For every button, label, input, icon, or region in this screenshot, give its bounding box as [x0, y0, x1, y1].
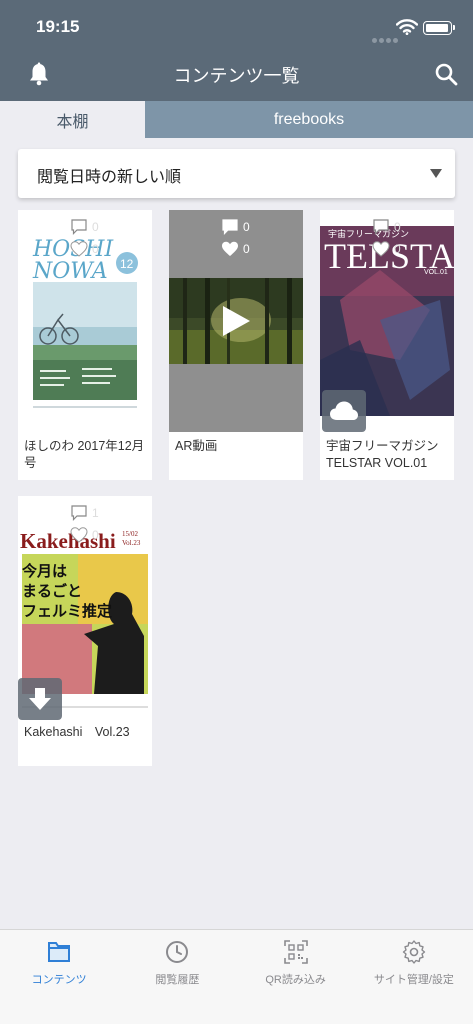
content-card[interactable]: 0 0 AR動画: [169, 210, 303, 480]
cloud-badge[interactable]: [322, 390, 366, 432]
svg-text:今月は: 今月は: [21, 562, 67, 580]
gear-icon: [402, 940, 425, 964]
heart-icon: [372, 241, 390, 257]
svg-text:フェルミ推定: フェルミ推定: [22, 602, 112, 620]
comment-count: 0: [372, 218, 401, 236]
bottom-tab-bar: コンテンツ 閲覧履歴 QR読み込み サイト管理/設定: [0, 929, 473, 1024]
comment-count: 1: [70, 504, 99, 522]
qr-icon: [283, 940, 308, 964]
content-card[interactable]: Kakehashi 15/02 Vol.23 今月は まるごと フェルミ推定 1…: [18, 496, 152, 766]
card-title: Kakehashi Vol.23: [24, 725, 130, 739]
svg-text:15/02: 15/02: [122, 530, 138, 538]
chevron-down-icon: [430, 169, 442, 178]
download-badge[interactable]: [18, 678, 62, 720]
wifi-icon: [396, 19, 418, 35]
like-count: 0: [70, 526, 99, 544]
download-icon: [29, 688, 51, 710]
card-title: 宇宙フリーマガジン TELSTAR VOL.01: [326, 439, 439, 470]
content-card[interactable]: HOSHI NOWA 12 0 0 ほしのわ 2017年12月号: [18, 210, 152, 480]
cloud-icon: [330, 401, 358, 420]
comment-count: 0: [70, 218, 99, 236]
folder-icon: [48, 942, 70, 962]
content-card[interactable]: TELSTAR 宇宙フリーマガジン VOL.01 0 0 宇宙フリーマガジン T…: [320, 210, 454, 480]
tab-bookshelf[interactable]: 本棚: [0, 101, 145, 138]
search-icon[interactable]: [434, 62, 458, 86]
battery-icon: [423, 21, 455, 35]
comment-icon: [222, 219, 238, 235]
comment-icon: [71, 219, 87, 235]
tab-contents[interactable]: コンテンツ: [0, 930, 118, 1000]
tab-site-settings[interactable]: サイト管理/設定: [355, 930, 473, 1000]
like-count: 0: [70, 240, 99, 258]
tab-freebooks[interactable]: freebooks: [145, 101, 473, 138]
sort-selected-value: 閲覧日時の新しい順: [37, 169, 182, 186]
cover-logo-text: Kakehashi: [20, 529, 116, 553]
page-title: コンテンツ一覧: [173, 66, 300, 86]
card-title: ほしのわ 2017年12月号: [24, 439, 145, 470]
heart-icon: [70, 241, 88, 257]
shelf-tabs: 本棚 freebooks: [0, 101, 473, 138]
play-icon[interactable]: [221, 305, 251, 337]
status-time: 19:15: [36, 17, 80, 36]
svg-text:NOWA: NOWA: [32, 259, 108, 284]
like-count: 0: [372, 240, 401, 258]
comment-icon: [373, 219, 389, 235]
comment-icon: [71, 505, 87, 521]
tab-qr-scan[interactable]: QR読み込み: [237, 930, 355, 1000]
sort-select[interactable]: 閲覧日時の新しい順: [18, 149, 455, 198]
like-count: 0: [221, 240, 250, 258]
svg-text:12: 12: [120, 257, 134, 271]
clock-icon: [166, 941, 189, 963]
status-bar: 19:15: [0, 0, 473, 50]
tab-history[interactable]: 閲覧履歴: [118, 930, 236, 1000]
card-title: AR動画: [175, 439, 218, 453]
svg-text:Vol.23: Vol.23: [122, 539, 141, 547]
heart-icon: [222, 241, 238, 256]
heart-icon: [70, 527, 88, 543]
nav-bar: コンテンツ一覧: [0, 50, 473, 101]
comment-count: 0: [221, 218, 250, 236]
svg-text:VOL.01: VOL.01: [424, 269, 448, 276]
svg-text:まるごと: まるごと: [22, 582, 82, 600]
